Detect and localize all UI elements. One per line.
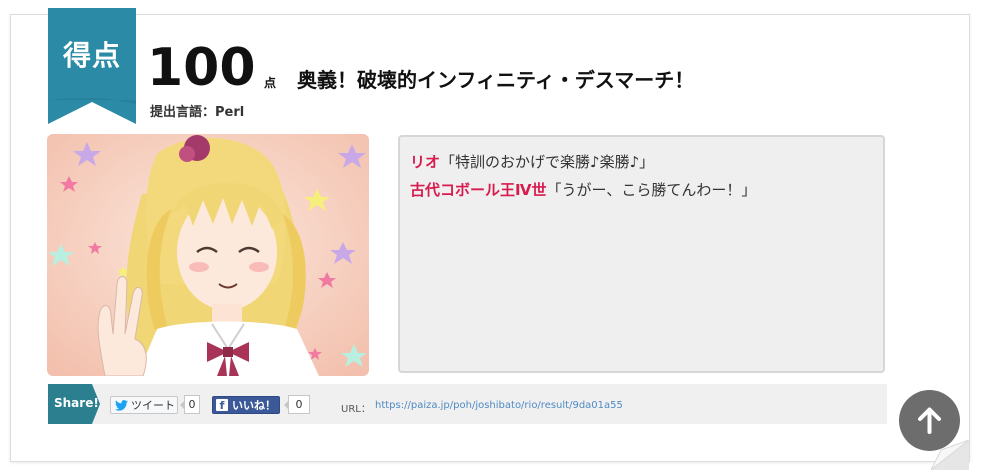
twitter-bird-icon bbox=[115, 399, 128, 411]
share-label: Share! bbox=[48, 384, 100, 424]
tweet-button[interactable]: ツイート bbox=[110, 396, 178, 414]
speaker-name: 古代コボール王Ⅳ世 bbox=[410, 181, 547, 199]
page-curl bbox=[931, 440, 969, 470]
score-ribbon: 得点 bbox=[48, 8, 136, 124]
like-label: いいね！ bbox=[232, 399, 276, 412]
facebook-like-button[interactable]: f いいね！ bbox=[212, 396, 280, 414]
result-title: 奥義！破壊的インフィニティ・デスマーチ！ bbox=[297, 68, 695, 92]
dialog-line: 古代コボール王Ⅳ世「うがー、こら勝てんわー！」 bbox=[410, 179, 756, 200]
speaker-name: リオ bbox=[410, 153, 441, 171]
dialog-line: リオ「特訓のおかげで楽勝♪楽勝♪」 bbox=[410, 151, 654, 172]
share-bar: Share! ツイート 0 f いいね！ 0 URL： https://paiz… bbox=[48, 384, 887, 424]
score-badge: 得点 bbox=[48, 8, 136, 100]
character-portrait bbox=[47, 134, 369, 376]
score-value: 100 bbox=[147, 38, 256, 98]
tweet-label: ツイート bbox=[131, 399, 175, 412]
url-label: URL： bbox=[341, 404, 371, 415]
like-count: 0 bbox=[284, 395, 310, 414]
submission-language: 提出言語：Perl bbox=[150, 105, 245, 120]
dialog-text: 「うがー、こら勝てんわー！」 bbox=[546, 181, 757, 199]
dialog-box: リオ「特訓のおかげで楽勝♪楽勝♪」 古代コボール王Ⅳ世「うがー、こら勝てんわー！… bbox=[398, 135, 885, 373]
score-unit: 点 bbox=[264, 76, 277, 90]
dialog-text: 「特訓のおかげで楽勝♪楽勝♪」 bbox=[440, 153, 655, 171]
result-url-link[interactable]: https://paiza.jp/poh/joshibato/rio/resul… bbox=[375, 400, 623, 411]
share-label-text: Share! bbox=[54, 396, 99, 410]
ribbon-tail bbox=[48, 98, 136, 124]
tweet-count: 0 bbox=[180, 395, 200, 414]
facebook-f-icon: f bbox=[216, 399, 228, 412]
